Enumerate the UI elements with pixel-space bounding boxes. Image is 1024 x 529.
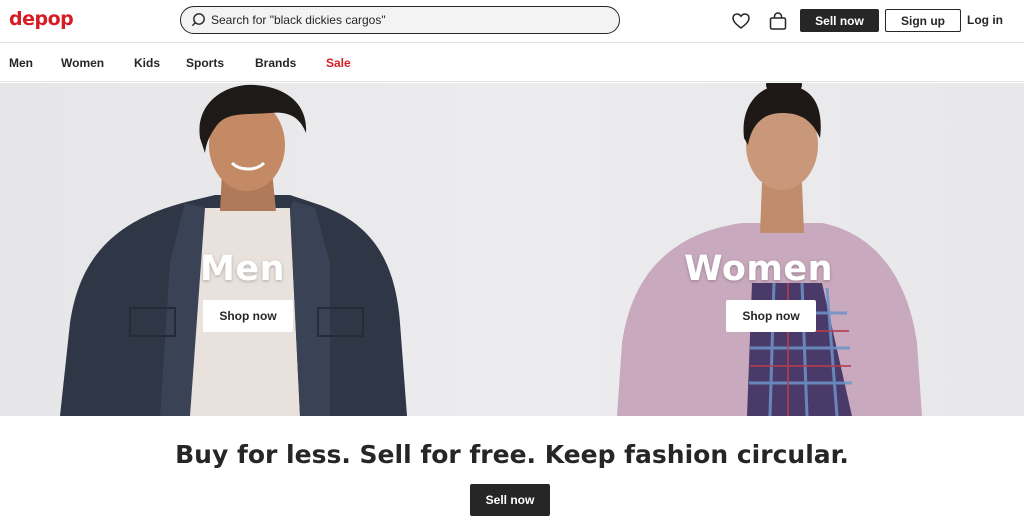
nav-item-kids[interactable]: Kids (134, 56, 160, 70)
bag-icon[interactable] (768, 11, 788, 31)
sell-now-cta-button[interactable]: Sell now (470, 484, 550, 516)
shop-men-button[interactable]: Shop now (203, 300, 293, 332)
top-header: depop Sell now Sign up Log in (0, 0, 1024, 43)
hero-banner: Men Shop now Women Shop now (0, 83, 1024, 416)
search-bar[interactable] (180, 6, 620, 34)
shop-women-button[interactable]: Shop now (726, 300, 816, 332)
search-icon (192, 13, 205, 26)
sign-up-button[interactable]: Sign up (885, 9, 961, 32)
depop-logo[interactable]: depop (9, 8, 74, 30)
tagline-heading: Buy for less. Sell for free. Keep fashio… (175, 440, 849, 469)
sell-now-button[interactable]: Sell now (800, 9, 879, 32)
log-in-link[interactable]: Log in (967, 13, 1003, 27)
nav-item-men[interactable]: Men (9, 56, 33, 70)
category-nav: Men Women Kids Sports Brands Sale (0, 44, 1024, 82)
nav-item-sale[interactable]: Sale (326, 56, 351, 70)
nav-item-brands[interactable]: Brands (255, 56, 296, 70)
men-title: Men (200, 249, 285, 289)
heart-icon[interactable] (731, 11, 751, 31)
nav-item-sports[interactable]: Sports (186, 56, 224, 70)
search-input[interactable] (211, 10, 611, 30)
nav-item-women[interactable]: Women (61, 56, 104, 70)
women-title: Women (684, 249, 834, 289)
